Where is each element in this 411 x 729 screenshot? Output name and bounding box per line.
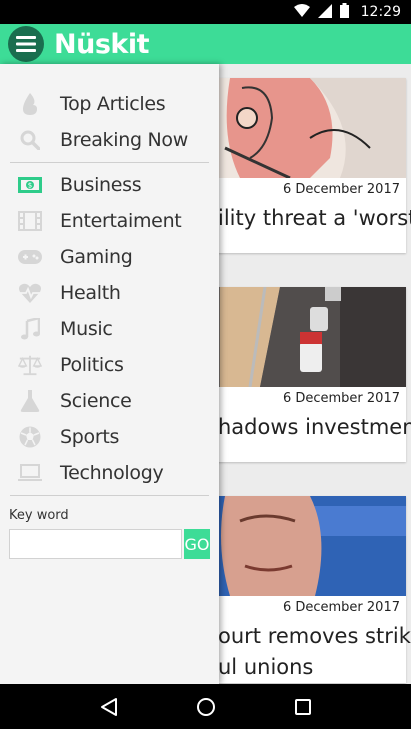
- keyword-input[interactable]: [9, 529, 182, 559]
- drawer-item-breaking-now[interactable]: Breaking Now: [0, 122, 219, 158]
- drawer-item-health[interactable]: Health: [0, 275, 219, 311]
- app-bar: Nüskit: [0, 24, 411, 64]
- search-icon: [18, 128, 42, 152]
- keyword-label: Key word: [9, 508, 69, 523]
- drawer-item-gaming[interactable]: Gaming: [0, 239, 219, 275]
- hamburger-icon: [16, 36, 36, 52]
- soccer-ball-icon: [18, 425, 42, 449]
- app-title: Nüskit: [54, 28, 150, 60]
- back-button[interactable]: [89, 687, 129, 727]
- drawer-item-label: Entertaiment: [60, 210, 182, 232]
- go-button[interactable]: GO: [184, 529, 210, 559]
- drawer-item-label: Music: [60, 318, 113, 340]
- flask-icon: [18, 389, 42, 413]
- svg-text:$: $: [28, 182, 32, 190]
- drawer-item-technology[interactable]: Technology: [0, 455, 219, 491]
- recents-button[interactable]: [283, 687, 323, 727]
- money-icon: $: [18, 173, 42, 197]
- drawer-item-label: Gaming: [60, 246, 133, 268]
- drawer-item-business[interactable]: $ Business: [0, 167, 219, 203]
- drawer-item-science[interactable]: Science: [0, 383, 219, 419]
- drawer-item-label: Health: [60, 282, 121, 304]
- laptop-icon: [18, 461, 42, 485]
- scales-icon: [18, 353, 42, 377]
- drawer-item-label: Business: [60, 174, 142, 196]
- heartbeat-icon: [18, 281, 42, 305]
- battery-icon: [339, 3, 349, 21]
- keyword-search-row: GO: [9, 529, 219, 559]
- home-circle-icon: [196, 697, 215, 716]
- status-time: 12:29: [360, 4, 401, 20]
- navigation-drawer: Top Articles Breaking Now $ Business Ent…: [0, 64, 219, 684]
- fire-icon: [18, 92, 42, 116]
- drawer-divider: [10, 495, 209, 496]
- back-triangle-icon: [100, 697, 117, 716]
- status-bar: 12:29: [0, 0, 411, 24]
- drawer-item-entertaiment[interactable]: Entertaiment: [0, 203, 219, 239]
- drawer-item-label: Breaking Now: [60, 129, 188, 151]
- drawer-item-top-articles[interactable]: Top Articles: [0, 86, 219, 122]
- menu-button[interactable]: [8, 26, 44, 62]
- drawer-item-music[interactable]: Music: [0, 311, 219, 347]
- wifi-icon: [293, 3, 310, 21]
- film-icon: [18, 209, 42, 233]
- drawer-item-politics[interactable]: Politics: [0, 347, 219, 383]
- system-navigation-bar: [0, 684, 411, 729]
- drawer-menu: Top Articles Breaking Now $ Business Ent…: [0, 64, 219, 491]
- signal-icon: [317, 3, 332, 21]
- drawer-item-label: Politics: [60, 354, 124, 376]
- gamepad-icon: [18, 245, 42, 269]
- drawer-divider: [10, 162, 209, 163]
- drawer-item-label: Technology: [60, 462, 164, 484]
- drawer-item-sports[interactable]: Sports: [0, 419, 219, 455]
- home-button[interactable]: [186, 687, 226, 727]
- drawer-item-label: Top Articles: [60, 93, 166, 115]
- recents-square-icon: [294, 698, 311, 715]
- drawer-item-label: Science: [60, 390, 132, 412]
- music-note-icon: [18, 317, 42, 341]
- drawer-item-label: Sports: [60, 426, 120, 448]
